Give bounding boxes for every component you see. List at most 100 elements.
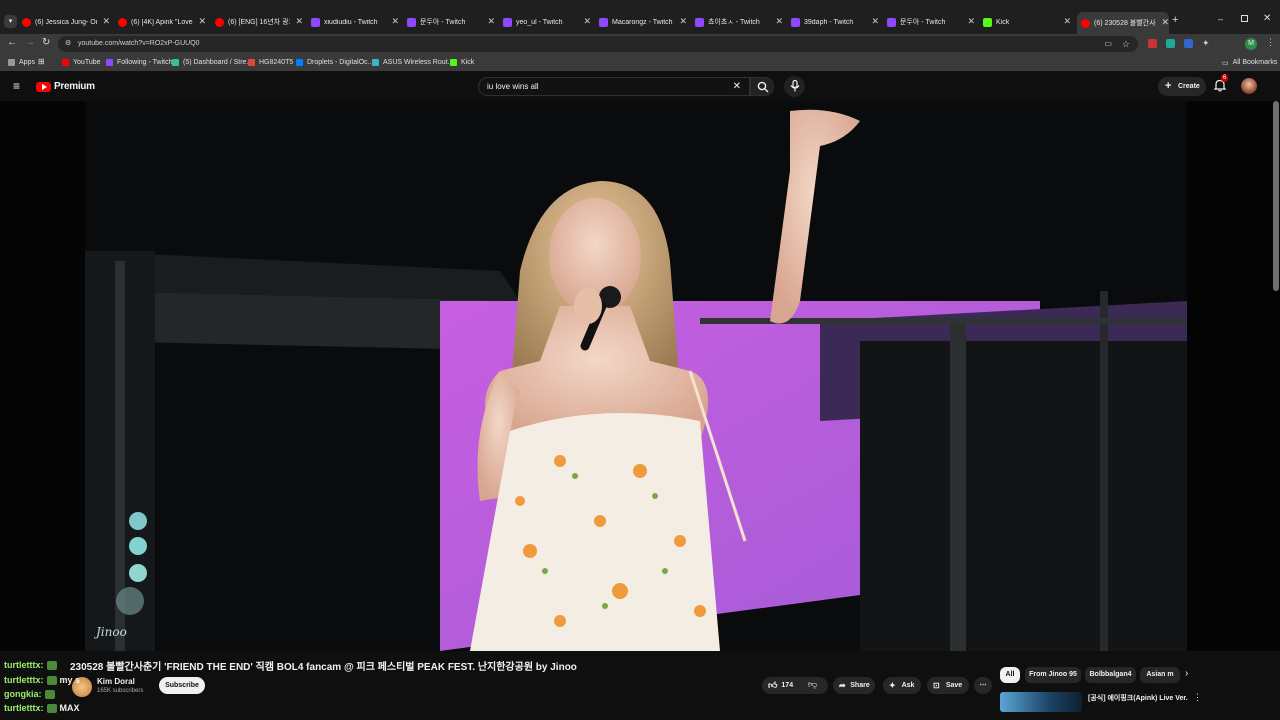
guide-menu-icon[interactable]: ≡ xyxy=(13,79,20,93)
tab-close-icon[interactable]: ✕ xyxy=(295,16,303,27)
ask-label: Ask xyxy=(901,682,915,689)
browser-tab[interactable]: 39daph - Twitch ✕ xyxy=(791,14,879,30)
tab-close-icon[interactable]: ✕ xyxy=(583,16,591,27)
clear-search-icon[interactable]: ✕ xyxy=(733,78,741,95)
extension-icon[interactable] xyxy=(1166,39,1175,48)
tab-close-icon[interactable]: ✕ xyxy=(1161,17,1169,28)
share-button[interactable]: ➦ Share xyxy=(833,677,875,694)
tab-title: xiudiudiu - Twitch xyxy=(324,18,378,26)
bookmark-star-icon[interactable]: ☆ xyxy=(1122,36,1130,52)
filter-chip[interactable]: Bolbbalgan4 xyxy=(1085,667,1136,683)
next-video-thumbnail[interactable] xyxy=(1000,692,1082,712)
new-tab-button[interactable]: + xyxy=(1172,14,1178,26)
url-bar[interactable]: ⚙ youtube.com/watch?v=RO2xP-GUUQ0 ▭ ☆ xyxy=(58,36,1138,52)
site-info-icon[interactable]: ⚙ xyxy=(65,36,71,52)
tab-favicon-icon xyxy=(407,17,416,27)
tab-search-button[interactable]: ▾ xyxy=(4,15,17,28)
bookmark-item[interactable]: (5) Dashboard / Stre... xyxy=(172,57,252,68)
like-button[interactable]: 👍︎ 174 xyxy=(768,680,793,691)
tab-close-icon[interactable]: ✕ xyxy=(102,16,110,27)
voice-search-button[interactable] xyxy=(784,76,805,97)
bookmark-label: ASUS Wireless Rout... xyxy=(383,59,454,66)
extension-icon[interactable] xyxy=(1148,39,1157,48)
dislike-button[interactable]: 👎︎ xyxy=(808,679,817,690)
tab-groups-icon[interactable]: ⊞ xyxy=(38,57,45,66)
extensions-puzzle-icon[interactable]: ✦ xyxy=(1202,38,1210,49)
asus-icon xyxy=(372,59,379,66)
filter-chip[interactable]: From Jinoo 95 xyxy=(1025,667,1081,683)
back-icon[interactable]: ← xyxy=(7,37,17,48)
browser-tab[interactable]: 문두아 - Twitch ✕ xyxy=(407,14,495,30)
tab-close-icon[interactable]: ✕ xyxy=(487,16,495,27)
browser-tab[interactable]: Macarongz - Twitch ✕ xyxy=(599,14,687,30)
profile-avatar[interactable]: M xyxy=(1245,38,1257,50)
bookmark-label: Kick xyxy=(461,59,475,66)
all-bookmarks-folder[interactable]: ▭ All Bookmarks xyxy=(1222,57,1277,68)
tab-close-icon[interactable]: ✕ xyxy=(198,16,206,27)
subscribe-button[interactable]: Subscribe xyxy=(159,677,205,694)
bookmark-item[interactable]: Following - Twitch xyxy=(106,57,173,68)
youtube-header: ≡ Premium iu love wins all ✕ + Create 6 xyxy=(0,71,1280,101)
tab-close-icon[interactable]: ✕ xyxy=(1063,16,1071,27)
filter-chip[interactable]: Asian m xyxy=(1140,667,1180,683)
browser-tab[interactable]: (6) 230528 볼빨간사 ✕ xyxy=(1077,12,1169,34)
tab-close-icon[interactable]: ✕ xyxy=(679,16,687,27)
filter-chip[interactable]: All xyxy=(1000,667,1020,683)
browser-tab[interactable]: (6) [4K] Apink "Love m ✕ xyxy=(118,14,206,30)
browser-tab[interactable]: yeo_ul - Twitch ✕ xyxy=(503,14,591,30)
notifications-button[interactable]: 6 xyxy=(1213,74,1229,97)
create-button[interactable]: + Create xyxy=(1158,77,1206,96)
browser-tab[interactable]: (6) Jessica Jung- Onto ✕ xyxy=(22,14,110,30)
account-avatar[interactable] xyxy=(1241,78,1257,94)
chat-message: turtletttx: MAX xyxy=(4,703,80,714)
page-scrollbar[interactable] xyxy=(1273,101,1279,291)
tab-title: Kick xyxy=(996,18,1010,26)
browser-tab[interactable]: 쵸이쵸ㅅ - Twitch ✕ xyxy=(695,14,783,30)
maximize-button[interactable] xyxy=(1241,15,1248,22)
close-window-button[interactable]: ✕ xyxy=(1263,13,1271,24)
emote-icon xyxy=(46,661,57,671)
bookmark-item[interactable]: Kick xyxy=(450,57,474,68)
minimize-button[interactable]: – xyxy=(1218,14,1223,24)
kick-icon xyxy=(450,59,457,66)
tab-favicon-icon xyxy=(503,17,512,27)
bookmark-item[interactable]: Apps xyxy=(8,57,35,68)
browser-tab[interactable]: 문두아 - Twitch ✕ xyxy=(887,14,975,30)
browser-tab[interactable]: (6) [ENG] 16년차 광기 ✕ xyxy=(215,14,303,30)
video-player[interactable]: Jinoo xyxy=(0,101,1280,651)
tab-close-icon[interactable]: ✕ xyxy=(967,16,975,27)
tab-title: 39daph - Twitch xyxy=(804,18,854,26)
cast-icon[interactable]: ▭ xyxy=(1104,36,1112,52)
save-button[interactable]: ⊡ Save xyxy=(927,677,969,694)
youtube-logo[interactable]: Premium xyxy=(36,81,95,92)
share-icon: ➦ xyxy=(839,681,846,690)
tab-favicon-icon xyxy=(599,17,608,27)
bookmark-item[interactable]: ASUS Wireless Rout... xyxy=(372,57,453,68)
bookmark-item[interactable]: YouTube xyxy=(62,57,101,68)
ask-button[interactable]: ✦ Ask xyxy=(883,677,921,694)
browser-menu-icon[interactable]: ⋮ xyxy=(1266,37,1275,48)
extension-icon[interactable] xyxy=(1184,39,1193,48)
search-button[interactable] xyxy=(750,77,774,96)
bookmark-item[interactable]: Droplets - DigitalOc... xyxy=(296,57,374,68)
bookmark-item[interactable]: HG8240T5 xyxy=(248,57,293,68)
next-video-title[interactable]: [공식] 에이핑크(Apink) Live Ver. xyxy=(1088,693,1188,703)
like-count: 174 xyxy=(781,682,794,689)
emote-icon xyxy=(46,704,57,714)
bookmark-icon: ⊡ xyxy=(933,681,940,690)
browser-tab[interactable]: Kick ✕ xyxy=(983,14,1071,30)
search-input[interactable]: iu love wins all ✕ xyxy=(478,77,750,96)
chat-username: turtletttx: xyxy=(4,703,44,713)
forward-icon[interactable]: → xyxy=(25,37,35,48)
tab-close-icon[interactable]: ✕ xyxy=(391,16,399,27)
tab-title: (6) 230528 볼빨간사 xyxy=(1094,20,1156,27)
tab-close-icon[interactable]: ✕ xyxy=(775,16,783,27)
chips-next-icon[interactable]: › xyxy=(1185,668,1188,679)
tab-close-icon[interactable]: ✕ xyxy=(871,16,879,27)
twitch-icon xyxy=(106,59,113,66)
channel-name[interactable]: Kim Doral xyxy=(97,677,135,686)
more-actions-button[interactable]: ⋯ xyxy=(974,677,992,694)
reload-icon[interactable]: ↻ xyxy=(42,37,50,48)
next-video-menu-icon[interactable]: ⋮ xyxy=(1193,692,1202,703)
browser-tab[interactable]: xiudiudiu - Twitch ✕ xyxy=(311,14,399,30)
